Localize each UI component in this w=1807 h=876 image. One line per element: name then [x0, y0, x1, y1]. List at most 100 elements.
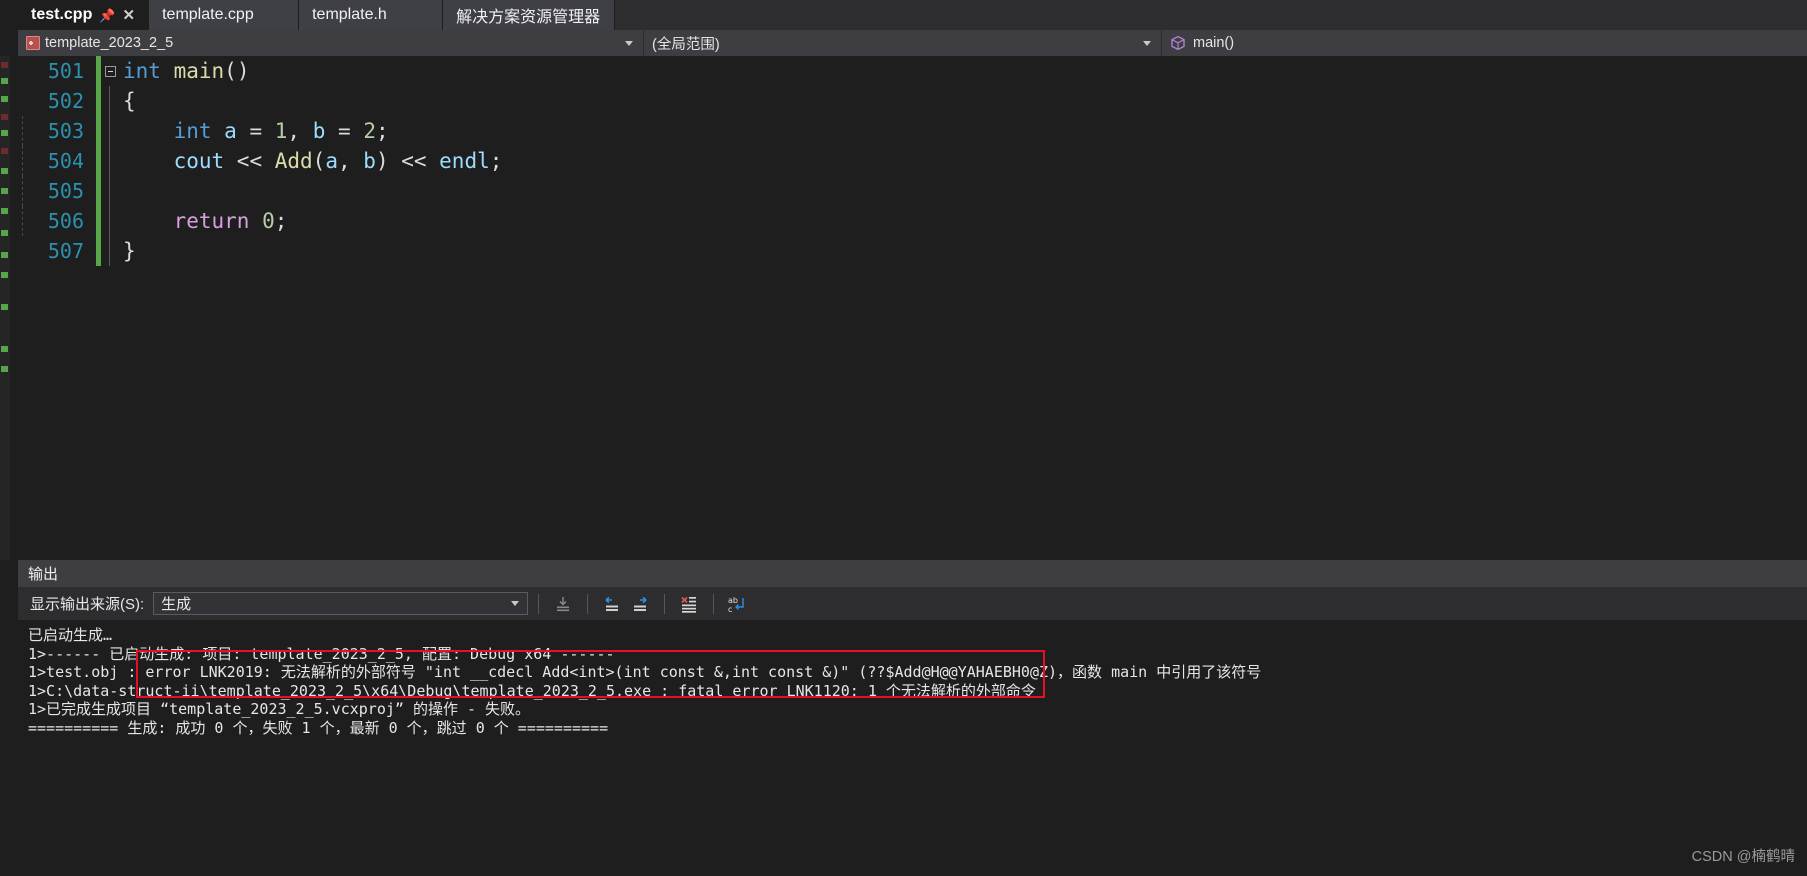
- code-line[interactable]: 501 int main(): [18, 56, 1807, 86]
- output-source-label: 显示输出来源(S):: [30, 596, 145, 613]
- toolbar-separator: [713, 593, 715, 614]
- output-line: 1>test.obj : error LNK2019: 无法解析的外部符号 "i…: [28, 663, 1262, 681]
- code-token: b: [312, 119, 326, 143]
- svg-text:ab: ab: [728, 596, 738, 605]
- editor-tab-strip: test.cpp 📌 ✕ template.cpp template.h 解决方…: [0, 0, 1807, 30]
- chevron-down-icon[interactable]: [1143, 40, 1151, 46]
- code-text[interactable]: int main(): [119, 56, 249, 86]
- code-text[interactable]: {: [119, 86, 136, 116]
- tabstrip-empty-area: [615, 0, 1807, 30]
- code-token: endl: [439, 149, 490, 173]
- fold-guide-line: [109, 146, 110, 176]
- output-line: ========== 生成: 成功 0 个，失败 1 个，最新 0 个，跳过 0…: [28, 718, 609, 737]
- code-line[interactable]: 507}: [18, 236, 1807, 266]
- tab-test-cpp[interactable]: test.cpp 📌 ✕: [18, 0, 150, 30]
- method-cube-icon: [1170, 35, 1186, 51]
- fold-guide-line: [109, 86, 110, 116]
- toggle-word-wrap-icon[interactable]: ab c: [724, 591, 752, 617]
- output-line: 1>C:\data-struct-ii\template_2023_2_5\x6…: [28, 681, 1036, 700]
- member-selector[interactable]: main(): [1162, 30, 1807, 56]
- code-token: ,: [337, 149, 364, 173]
- code-text[interactable]: cout << Add(a, b) << endl;: [22, 146, 503, 176]
- line-number: 501: [47, 59, 84, 83]
- output-text-area[interactable]: 已启动生成… 1>------ 已启动生成: 项目: template_2023_…: [18, 620, 1807, 876]
- fold-margin[interactable]: [101, 56, 119, 86]
- code-token: ;: [375, 119, 389, 143]
- code-token: 1: [274, 119, 288, 143]
- code-token: int: [123, 59, 161, 83]
- toolbar-separator: [664, 593, 666, 614]
- toolbar-separator: [587, 593, 589, 614]
- line-number: 505: [47, 179, 84, 203]
- fold-guide-line: [109, 206, 110, 236]
- code-token: Add: [274, 149, 313, 173]
- fold-margin[interactable]: [101, 116, 119, 146]
- code-token: return: [173, 209, 250, 233]
- project-selector[interactable]: template_2023_2_5: [18, 30, 644, 56]
- code-token: ;: [489, 149, 503, 173]
- output-pane: 输出 显示输出来源(S): 生成 ab c 已启动生成… 1>------ 已启…: [0, 560, 1807, 876]
- navigate-back-icon[interactable]: [598, 591, 626, 617]
- fold-margin[interactable]: [101, 146, 119, 176]
- toolbar-separator: [538, 593, 540, 614]
- fold-guide-line: [109, 236, 110, 266]
- scope-selector[interactable]: (全局范围): [644, 30, 1162, 56]
- tab-solution-explorer[interactable]: 解决方案资源管理器: [443, 0, 616, 30]
- output-toolbar: 显示输出来源(S): 生成 ab c: [18, 587, 1807, 620]
- navbar-left-gutter: [0, 30, 18, 56]
- output-line: 已启动生成…: [28, 626, 113, 644]
- cpp-project-icon: [26, 36, 40, 50]
- fold-margin[interactable]: [101, 86, 119, 116]
- fold-guide-line: [109, 176, 110, 206]
- code-token: main: [173, 59, 225, 83]
- output-pane-title: 输出: [28, 566, 59, 583]
- tab-template-cpp[interactable]: template.cpp: [149, 0, 300, 30]
- code-token: int: [173, 119, 212, 143]
- code-token: ;: [274, 209, 288, 233]
- fold-margin[interactable]: [101, 176, 119, 206]
- fold-margin[interactable]: [101, 236, 119, 266]
- chevron-down-icon[interactable]: [625, 40, 633, 46]
- tab-label: template.h: [312, 6, 387, 23]
- fold-margin[interactable]: [101, 206, 119, 236]
- code-line[interactable]: 503 int a = 1, b = 2;: [18, 116, 1807, 146]
- code-line[interactable]: 504 cout << Add(a, b) << endl;: [18, 146, 1807, 176]
- code-lines-container[interactable]: 501 int main() 502{503 int a = 1, b = 2; 50…: [18, 56, 1807, 560]
- code-text[interactable]: int a = 1, b = 2;: [22, 116, 389, 146]
- tab-template-h[interactable]: template.h: [299, 0, 444, 30]
- line-number: 502: [47, 89, 84, 113]
- chevron-down-icon[interactable]: [511, 601, 520, 606]
- clear-output-icon[interactable]: [675, 591, 703, 617]
- code-token: a: [325, 149, 338, 173]
- output-left-gutter: [0, 560, 18, 876]
- navigate-forward-icon[interactable]: [626, 591, 654, 617]
- line-number: 506: [47, 209, 84, 233]
- code-text[interactable]: }: [119, 236, 136, 266]
- output-source-select[interactable]: 生成: [153, 592, 529, 615]
- code-line[interactable]: 505: [18, 176, 1807, 206]
- project-selector-label: template_2023_2_5: [45, 35, 174, 51]
- scope-selector-label: (全局范围): [652, 36, 720, 53]
- code-text[interactable]: return 0;: [22, 206, 288, 236]
- output-pane-header: 输出: [18, 560, 1807, 587]
- code-line[interactable]: 506 return 0;: [18, 206, 1807, 236]
- code-token: ) <<: [375, 149, 440, 173]
- tab-label: template.cpp: [162, 6, 254, 23]
- close-icon[interactable]: ✕: [123, 8, 136, 23]
- pin-icon[interactable]: 📌: [99, 9, 115, 22]
- svg-text:c: c: [728, 605, 732, 614]
- code-token: (: [312, 149, 326, 173]
- collapse-minus-icon[interactable]: [104, 65, 116, 77]
- jump-to-source-icon[interactable]: [549, 591, 577, 617]
- code-token: =: [236, 119, 275, 143]
- code-line[interactable]: 502 {: [18, 86, 1807, 116]
- code-token: }: [123, 239, 136, 263]
- code-token: 0: [262, 209, 275, 233]
- editor-annotation-scrollbar[interactable]: [0, 56, 10, 560]
- code-token: =: [325, 119, 364, 143]
